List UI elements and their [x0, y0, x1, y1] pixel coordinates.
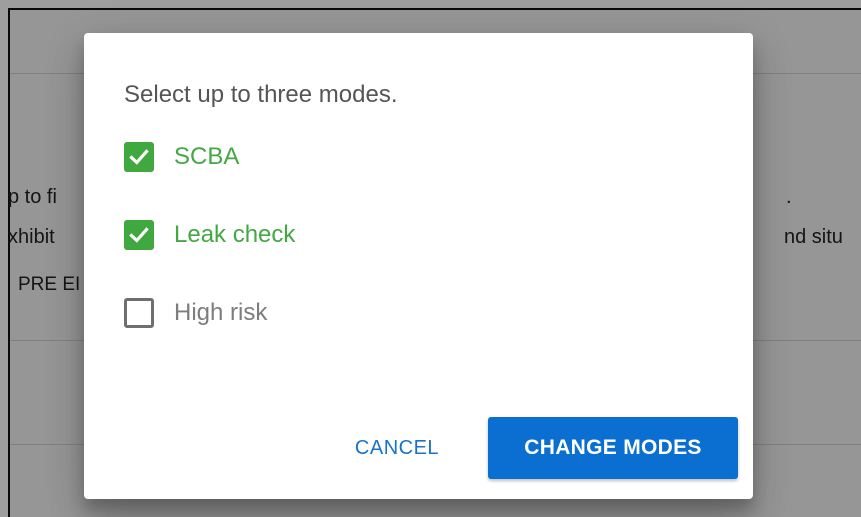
checkmark-icon [129, 227, 149, 243]
option-scba[interactable]: SCBA [124, 139, 239, 175]
checkmark-icon [129, 149, 149, 165]
scba-label: SCBA [174, 143, 240, 170]
cancel-button[interactable]: CANCEL [336, 417, 458, 479]
scba-checkbox[interactable] [124, 142, 154, 172]
change-modes-button[interactable]: CHANGE MODES [488, 417, 738, 479]
option-high-risk[interactable]: High risk [124, 295, 267, 331]
select-modes-dialog: Select up to three modes. SCBA Leak chec… [84, 33, 753, 499]
option-leak-check[interactable]: Leak check [124, 217, 295, 253]
dialog-prompt: Select up to three modes. [124, 81, 398, 108]
high-risk-label: High risk [174, 299, 268, 326]
high-risk-checkbox[interactable] [124, 298, 154, 328]
page: p to fi . xhibit nd situ PRE EI Select u… [0, 0, 861, 517]
leak-check-label: Leak check [174, 221, 296, 248]
leak-check-checkbox[interactable] [124, 220, 154, 250]
